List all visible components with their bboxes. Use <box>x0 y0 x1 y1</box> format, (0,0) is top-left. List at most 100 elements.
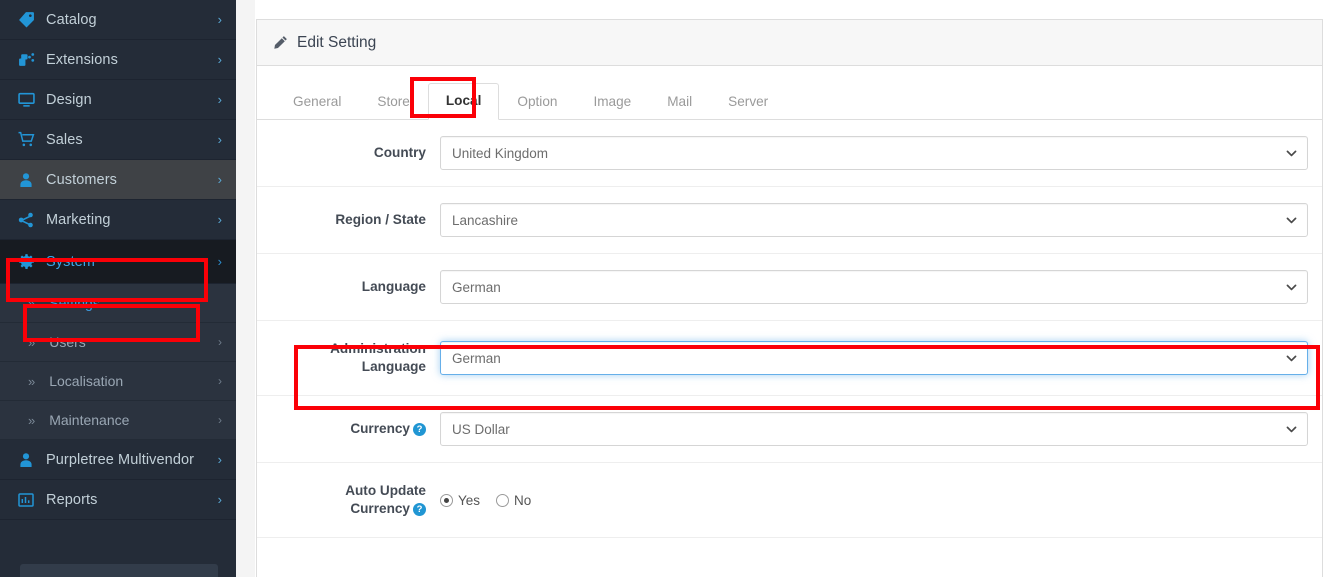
sidebar-item-system[interactable]: System › <box>0 240 236 284</box>
sidebar-subitem-maintenance[interactable]: » Maintenance › <box>0 401 236 440</box>
form-row-auto-update-currency: Auto Update Currency? Yes No <box>257 463 1322 538</box>
form-row-language: Language German <box>257 254 1322 321</box>
sidebar-subitem-localisation[interactable]: » Localisation › <box>0 362 236 401</box>
double-chevron-icon: » <box>28 295 36 311</box>
country-select-value: United Kingdom <box>452 145 549 161</box>
sidebar-content-gap <box>236 0 255 577</box>
language-select-value: German <box>452 279 501 295</box>
chevron-right-icon: › <box>218 335 222 349</box>
currency-label: Currency? <box>257 420 440 438</box>
region-state-field-wrap: Lancashire <box>440 203 1322 237</box>
help-icon[interactable]: ? <box>413 423 426 436</box>
form-row-country: Country United Kingdom <box>257 120 1322 187</box>
cart-icon <box>18 131 40 148</box>
administration-language-label-line1: Administration <box>330 341 426 356</box>
sidebar-item-label: Catalog <box>46 11 97 28</box>
sidebar-item-design[interactable]: Design › <box>0 80 236 120</box>
currency-select[interactable]: US Dollar <box>440 412 1308 446</box>
chevron-down-icon <box>1285 147 1298 160</box>
region-state-select-value: Lancashire <box>452 212 519 228</box>
tab-local[interactable]: Local <box>427 83 500 120</box>
auto-update-currency-label-line1: Auto Update <box>345 483 426 498</box>
user-icon <box>18 452 40 468</box>
sidebar-footer-stub <box>20 564 218 577</box>
panel-header: Edit Setting <box>257 20 1322 66</box>
auto-update-currency-radio-no[interactable]: No <box>496 493 531 508</box>
system-submenu: » Settings » Users › » Localisation › » … <box>0 284 236 440</box>
tab-image[interactable]: Image <box>575 84 649 120</box>
tab-option[interactable]: Option <box>499 84 575 120</box>
chevron-down-icon <box>1285 352 1298 365</box>
help-icon[interactable]: ? <box>413 503 426 516</box>
tab-general[interactable]: General <box>275 84 359 120</box>
chevron-right-icon: › <box>217 52 222 67</box>
sidebar-item-extensions[interactable]: Extensions › <box>0 40 236 80</box>
auto-update-currency-label-line2: Currency <box>350 501 410 516</box>
sidebar-subitem-label: Settings <box>49 295 100 311</box>
chevron-right-icon: › <box>218 374 222 388</box>
sidebar-item-customers[interactable]: Customers › <box>0 160 236 200</box>
language-field-wrap: German <box>440 270 1322 304</box>
radio-indicator <box>496 493 510 507</box>
chevron-right-icon: › <box>217 212 222 227</box>
double-chevron-icon: » <box>28 412 36 428</box>
page-title: Edit Setting <box>297 33 377 51</box>
chevron-right-icon: › <box>217 92 222 107</box>
sidebar-item-label: Design <box>46 91 92 108</box>
administration-language-select-value: German <box>452 350 501 366</box>
tab-mail[interactable]: Mail <box>649 84 710 120</box>
sidebar-item-reports[interactable]: Reports › <box>0 480 236 520</box>
user-icon <box>18 172 40 188</box>
radio-label: Yes <box>458 492 481 508</box>
auto-update-currency-radio-yes[interactable]: Yes <box>440 493 480 508</box>
radio-indicator <box>440 493 453 507</box>
chevron-right-icon: › <box>217 492 222 507</box>
sidebar-item-label: Purpletree Multivendor <box>46 451 195 468</box>
currency-field-wrap: US Dollar <box>440 412 1322 446</box>
monitor-icon <box>18 91 40 108</box>
administration-language-label: Administration Language <box>257 340 440 376</box>
local-settings-form: Country United Kingdom Region / State La… <box>257 120 1322 538</box>
currency-select-value: US Dollar <box>452 421 510 437</box>
chevron-down-icon <box>1285 423 1298 436</box>
sidebar-item-label: Reports <box>46 491 98 508</box>
app-root: Dashboard Catalog › Extensions › Design … <box>0 0 1327 577</box>
tab-server[interactable]: Server <box>710 84 786 120</box>
auto-update-currency-label: Auto Update Currency? <box>257 482 440 518</box>
administration-language-label-line2: Language <box>361 359 426 374</box>
puzzle-icon <box>18 51 40 68</box>
auto-update-currency-radio-group: Yes No <box>440 493 1308 508</box>
sidebar-subitem-label: Maintenance <box>49 412 130 428</box>
sidebar-item-catalog[interactable]: Catalog › <box>0 0 236 40</box>
pencil-icon <box>273 35 288 50</box>
form-row-region-state: Region / State Lancashire <box>257 187 1322 254</box>
region-state-select[interactable]: Lancashire <box>440 203 1308 237</box>
chevron-right-icon: › <box>217 132 222 147</box>
chevron-right-icon: › <box>217 12 222 27</box>
auto-update-currency-field-wrap: Yes No <box>440 493 1322 508</box>
main-content: Edit Setting General Store Local Option … <box>255 0 1327 577</box>
sidebar-subitem-settings[interactable]: » Settings <box>0 284 236 323</box>
country-label: Country <box>373 145 426 160</box>
sidebar-item-label: Customers <box>46 171 117 188</box>
gear-icon <box>18 253 40 270</box>
double-chevron-icon: » <box>28 373 36 389</box>
tag-icon <box>18 11 40 28</box>
form-row-administration-language: Administration Language German <box>257 321 1322 396</box>
tab-store[interactable]: Store <box>359 84 428 120</box>
sidebar-item-marketing[interactable]: Marketing › <box>0 200 236 240</box>
administration-language-select[interactable]: German <box>440 341 1308 375</box>
sidebar-subitem-users[interactable]: » Users › <box>0 323 236 362</box>
chevron-right-icon: › <box>217 254 222 269</box>
radio-label: No <box>514 492 532 508</box>
sidebar: Dashboard Catalog › Extensions › Design … <box>0 0 236 577</box>
chevron-down-icon <box>1285 281 1298 294</box>
sidebar-item-label: Marketing <box>46 211 111 228</box>
sidebar-item-purpletree-multivendor[interactable]: Purpletree Multivendor › <box>0 440 236 480</box>
sidebar-item-label: System <box>46 253 95 270</box>
chevron-right-icon: › <box>217 172 222 187</box>
sidebar-item-sales[interactable]: Sales › <box>0 120 236 160</box>
country-select[interactable]: United Kingdom <box>440 136 1308 170</box>
language-select[interactable]: German <box>440 270 1308 304</box>
edit-setting-panel: Edit Setting General Store Local Option … <box>256 19 1323 577</box>
